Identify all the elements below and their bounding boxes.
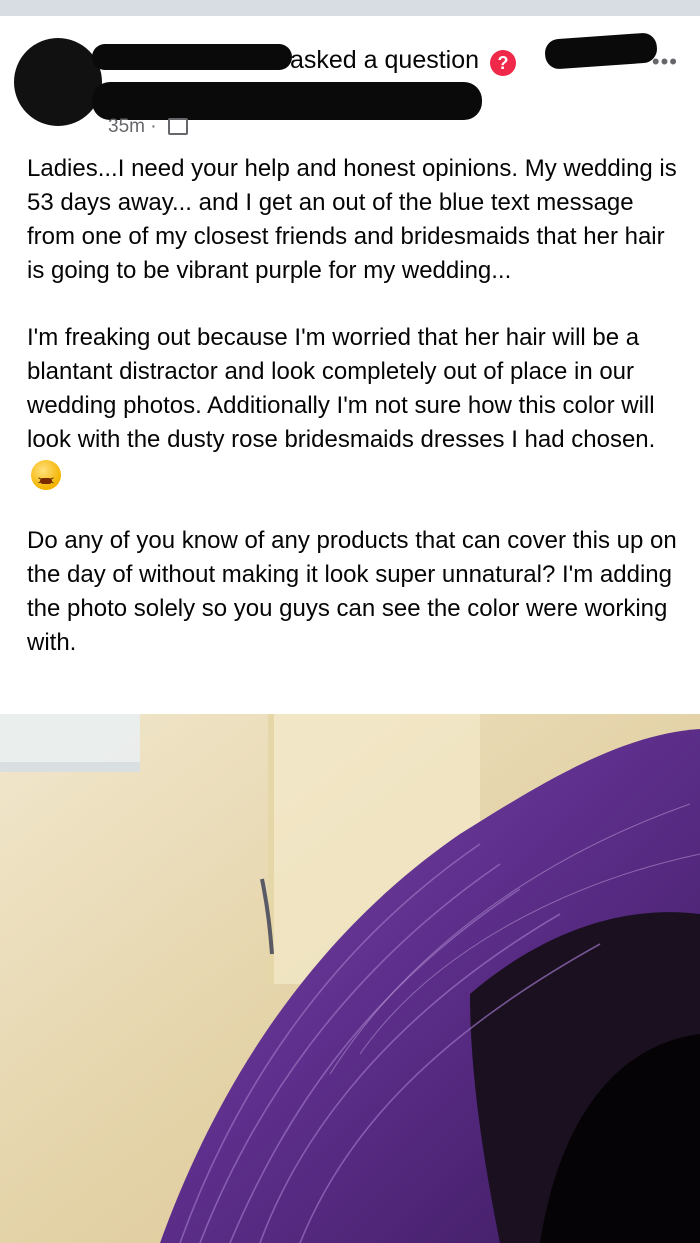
redacted-group-scribble [544, 32, 658, 70]
tired-face-emoji-icon [31, 459, 61, 498]
more-horizontal-icon[interactable]: ••• [652, 49, 678, 75]
asked-question-label: asked a question [290, 46, 480, 74]
post-header: asked a question ? ••• 35m · [0, 16, 700, 146]
redacted-name-scribble [92, 44, 292, 70]
post-meta: 35m · [108, 116, 188, 138]
top-strip [0, 0, 700, 16]
purple-hair-photo[interactable] [0, 714, 700, 1243]
redacted-line-scribble [92, 82, 482, 120]
post-text: Ladies...I need your help and honest opi… [27, 152, 677, 693]
post-paragraph-2: I'm freaking out because I'm worried tha… [27, 321, 677, 498]
post-paragraph-1: Ladies...I need your help and honest opi… [27, 155, 677, 284]
privacy-group-icon [167, 118, 188, 136]
hair-photo-illustration [0, 714, 700, 1243]
avatar[interactable] [14, 38, 102, 126]
post-paragraph-3: Do any of you know of any products that … [27, 527, 677, 656]
question-badge-icon: ? [490, 50, 516, 76]
facebook-post-screen: asked a question ? ••• 35m · Ladies...I … [0, 0, 700, 1243]
timestamp[interactable]: 35m [108, 116, 145, 137]
